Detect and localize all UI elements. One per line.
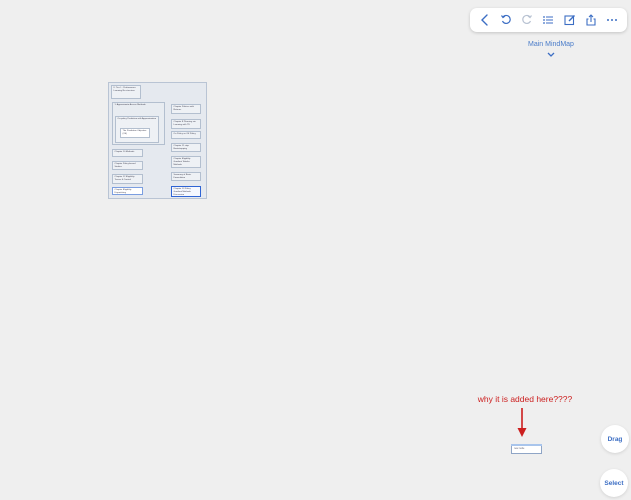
back-chevron-icon xyxy=(480,14,488,26)
node-label: On-policy Prediction with Approximation xyxy=(117,118,157,120)
annotation-text: why it is added here???? xyxy=(477,394,573,404)
root-node[interactable]: II. Tier I – Performance Learning Re-str… xyxy=(111,85,141,99)
outline-button[interactable] xyxy=(540,12,556,28)
node-right-4[interactable]: Chapter Eligibility Gradient Tabular Met… xyxy=(171,156,201,168)
node-left-5[interactable]: Chapter 12 Eligibility Traces & Control xyxy=(112,174,143,184)
arrow-down-icon xyxy=(517,408,527,437)
undo-button[interactable] xyxy=(498,12,514,28)
undo-icon xyxy=(500,14,511,25)
outline-list-icon xyxy=(543,16,554,24)
node-right-5[interactable]: Summary of Basic Formulation xyxy=(171,172,201,181)
node-right-2[interactable]: On Policy as Off Policy xyxy=(171,131,201,139)
mindmap-canvas[interactable]: II. Tier I – Performance Learning Re-str… xyxy=(108,82,207,199)
edit-icon xyxy=(564,15,575,26)
node-right-1[interactable]: Chapter 8 Planning via Learning with TD xyxy=(171,119,201,129)
node-right-0[interactable]: Chapter Policies with Returns xyxy=(171,104,201,114)
select-button[interactable]: Select xyxy=(600,469,628,497)
node-left-4[interactable]: Chapter Policy-based Studies xyxy=(112,161,143,170)
node-right-3[interactable]: Chapter 11 step Bootstrapping xyxy=(171,143,201,152)
map-title[interactable]: Main MindMap xyxy=(500,41,602,48)
node-left-6[interactable]: Chapter Eligibility Dispatching xyxy=(112,187,143,195)
share-button[interactable] xyxy=(583,12,599,28)
more-icon xyxy=(607,19,618,21)
redo-button[interactable] xyxy=(519,12,535,28)
drag-button[interactable]: Drag xyxy=(601,425,629,453)
node-left-3[interactable]: Chapter 10 Methods xyxy=(112,149,143,157)
more-button[interactable] xyxy=(604,12,620,28)
back-button[interactable] xyxy=(477,12,493,28)
edit-button[interactable] xyxy=(562,12,578,28)
chevron-down-icon[interactable] xyxy=(546,51,556,59)
stray-node[interactable]: new node xyxy=(511,444,542,454)
node-label: 1. Approximate Access Methods xyxy=(114,104,146,106)
node-right-6[interactable]: Chapter 13 Policy Gradient Methods Discu… xyxy=(171,186,201,197)
share-icon xyxy=(586,14,596,26)
redo-icon xyxy=(522,14,533,25)
node-prediction-objective[interactable]: The Prediction Objective (VE) xyxy=(120,128,150,138)
top-toolbar xyxy=(470,8,627,32)
